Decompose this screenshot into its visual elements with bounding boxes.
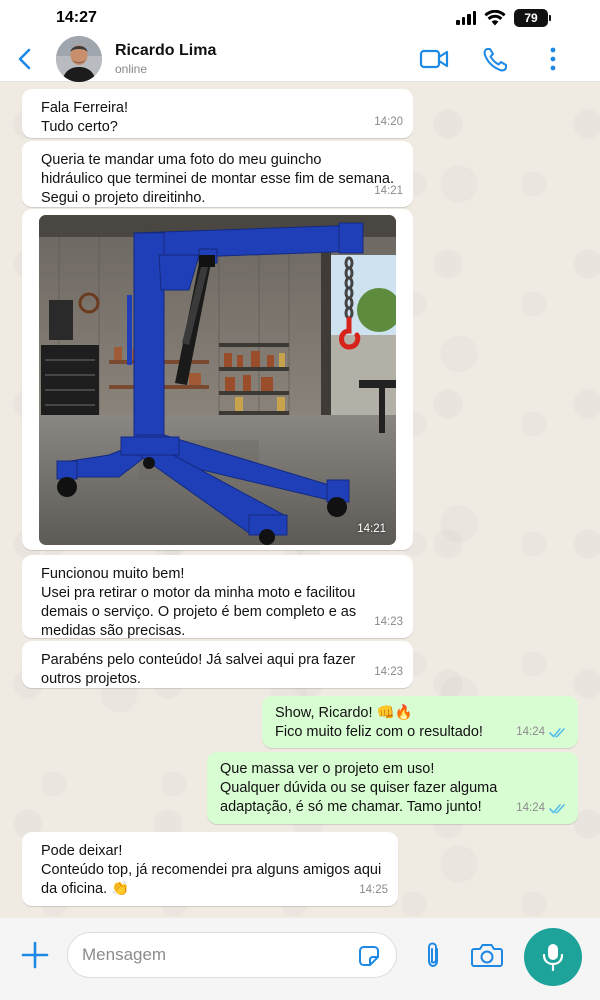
message-incoming[interactable]: Queria te mandar uma foto do meu guincho…: [22, 141, 413, 207]
read-ticks-icon: [549, 728, 565, 738]
contact-status: online: [115, 62, 148, 76]
message-text: Queria te mandar uma foto do meu guincho…: [41, 152, 395, 206]
message-time: 14:21: [357, 523, 386, 535]
sticker-icon[interactable]: [356, 943, 382, 969]
message-outgoing[interactable]: Que massa ver o projeto em uso! Qualquer…: [207, 752, 578, 824]
signal-icon: [456, 11, 476, 25]
message-time: 14:24: [516, 802, 545, 814]
avatar-photo: [56, 36, 102, 82]
read-ticks-icon: [549, 804, 565, 814]
message-text: Pode deixar! Conteúdo top, já recomendei…: [41, 843, 382, 897]
message-time: 14:20: [374, 116, 403, 128]
phone-icon[interactable]: [481, 46, 511, 72]
chat-area[interactable]: Fala Ferreira! Tudo certo? 14:20 Queria …: [0, 82, 600, 918]
message-text: Fala Ferreira! Tudo certo?: [41, 100, 129, 135]
crane-photo[interactable]: 14:21: [39, 215, 396, 545]
chat-header: Ricardo Lima online: [0, 36, 600, 82]
battery-indicator: 79: [514, 9, 551, 27]
message-time: 14:21: [374, 185, 403, 197]
message-incoming[interactable]: Fala Ferreira! Tudo certo? 14:20: [22, 89, 413, 138]
message-time: 14:25: [359, 884, 388, 896]
message-text: Funcionou muito bem! Usei pra retirar o …: [41, 566, 357, 639]
status-time: 14:27: [56, 9, 97, 26]
message-incoming[interactable]: Pode deixar! Conteúdo top, já recomendei…: [22, 832, 398, 906]
message-input-bar: [0, 918, 600, 1000]
message-text: Show, Ricardo! 👊🔥 Fico muito feliz com o…: [275, 705, 483, 740]
crane-image: [39, 215, 396, 545]
wifi-icon: [484, 10, 506, 26]
microphone-button[interactable]: [524, 928, 582, 986]
message-incoming[interactable]: Funcionou muito bem! Usei pra retirar o …: [22, 555, 413, 639]
video-call-icon[interactable]: [419, 46, 449, 72]
message-meta: 14:24: [516, 723, 568, 742]
message-text: Que massa ver o projeto em uso! Qualquer…: [220, 761, 498, 815]
microphone-icon: [542, 944, 564, 972]
message-incoming[interactable]: Parabéns pelo conteúdo! Já salvei aqui p…: [22, 641, 413, 688]
message-field: [67, 932, 397, 978]
message-time: 14:24: [516, 726, 545, 738]
plus-icon[interactable]: [20, 940, 50, 970]
avatar[interactable]: [56, 36, 102, 82]
back-arrow-icon[interactable]: [14, 46, 38, 72]
more-vertical-icon[interactable]: [538, 46, 568, 72]
contact-name[interactable]: Ricardo Lima: [115, 42, 216, 60]
status-icons: 79: [456, 9, 551, 27]
message-outgoing[interactable]: Show, Ricardo! 👊🔥 Fico muito feliz com o…: [262, 696, 578, 748]
message-text: Parabéns pelo conteúdo! Já salvei aqui p…: [41, 652, 356, 687]
message-image[interactable]: 14:21: [22, 209, 413, 550]
message-input[interactable]: [82, 933, 352, 977]
camera-icon[interactable]: [470, 941, 504, 969]
message-meta: 14:24: [516, 799, 568, 818]
paperclip-icon[interactable]: [420, 940, 446, 970]
status-bar: 14:27 79: [0, 0, 600, 36]
message-time: 14:23: [374, 666, 403, 678]
message-time: 14:23: [374, 616, 403, 628]
